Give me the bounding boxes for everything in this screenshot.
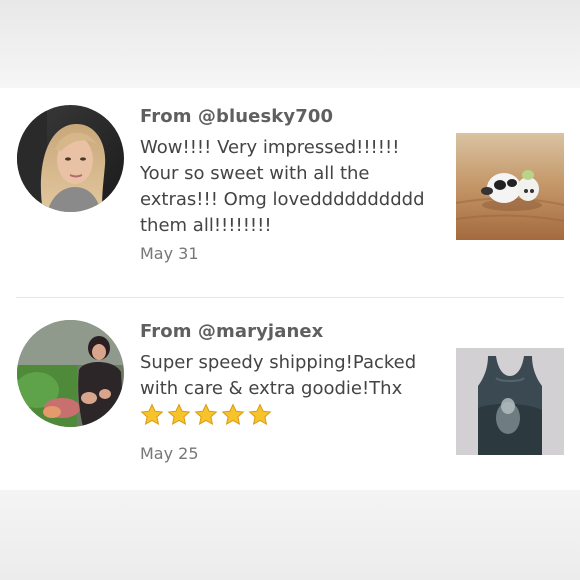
- star-icon: [221, 403, 245, 425]
- rating-stars: [140, 403, 440, 427]
- star-icon: [194, 403, 218, 425]
- review-text: Wow!!!! Very impressed!!!!!! Your so swe…: [140, 137, 425, 236]
- figurine-photo-icon: [456, 133, 564, 240]
- user-avatar-photo-icon: [17, 320, 124, 427]
- item-thumbnail[interactable]: [456, 348, 564, 455]
- review-text: Super speedy shipping!Packed with care &…: [140, 352, 417, 399]
- star-icon: [140, 403, 164, 425]
- review-date: May 25: [140, 444, 199, 463]
- review-date: May 31: [140, 244, 199, 263]
- reviewer-avatar[interactable]: [17, 320, 124, 427]
- star-icon: [248, 403, 272, 425]
- reviewer-username[interactable]: From @bluesky700: [140, 106, 333, 127]
- reviews-card: From @bluesky700 Wow!!!! Very impressed!…: [0, 88, 580, 490]
- reviewer-username[interactable]: From @maryjanex: [140, 321, 323, 342]
- review-item: From @bluesky700 Wow!!!! Very impressed!…: [0, 88, 580, 298]
- tank-top-photo-icon: [456, 348, 564, 455]
- user-avatar-photo-icon: [17, 105, 124, 212]
- item-thumbnail[interactable]: [456, 133, 564, 240]
- reviewer-avatar[interactable]: [17, 105, 124, 212]
- review-item: From @maryjanex Super speedy shipping!Pa…: [0, 298, 580, 490]
- star-icon: [167, 403, 191, 425]
- review-text-block: Super speedy shipping!Packed with care &…: [140, 350, 440, 427]
- top-fade-background: [0, 0, 580, 90]
